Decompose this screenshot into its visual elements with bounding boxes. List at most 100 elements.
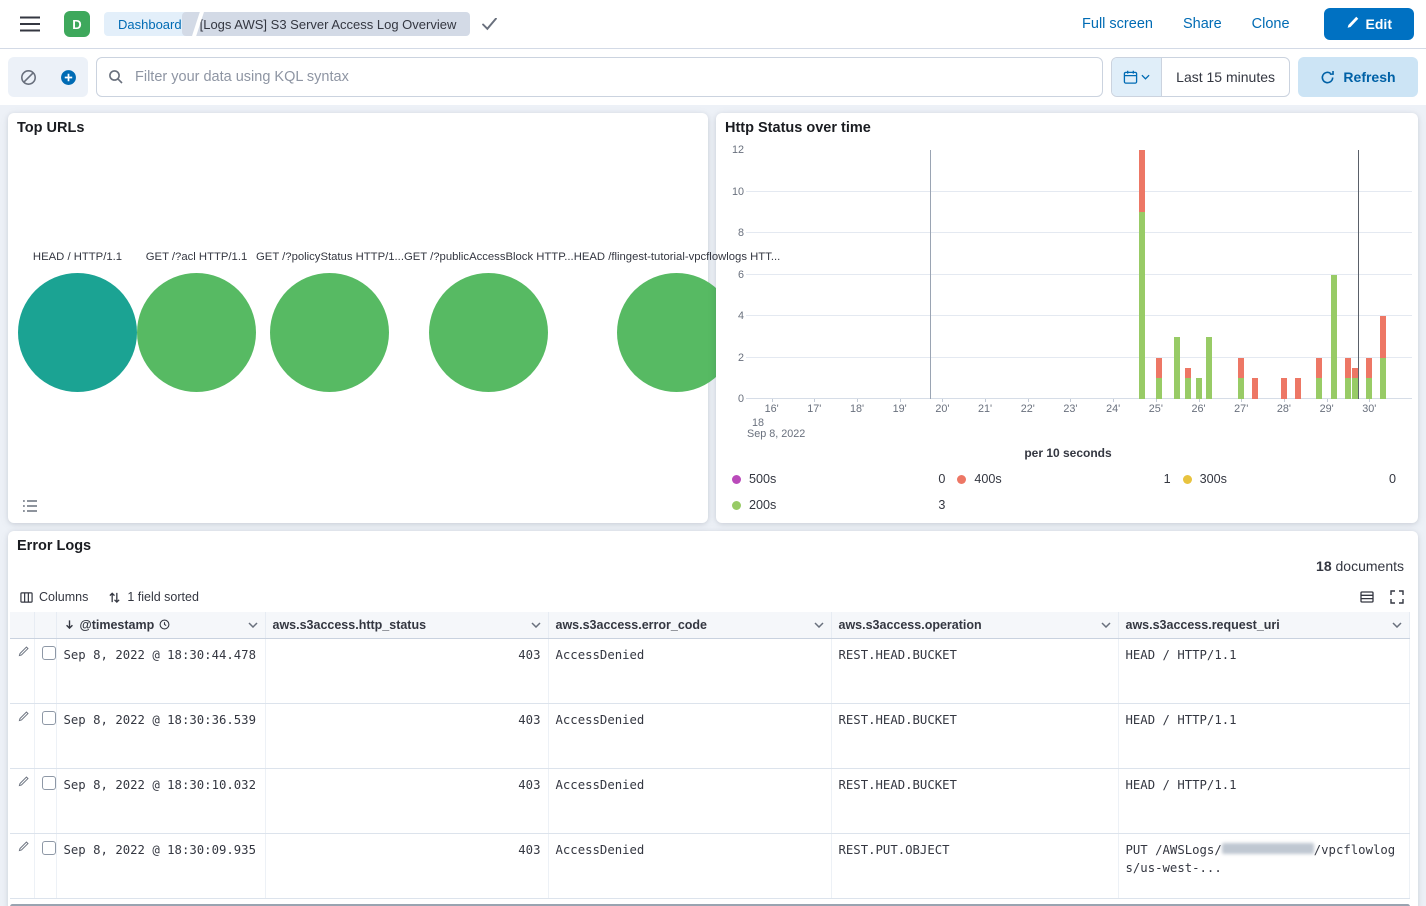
- cell-error-code[interactable]: AccessDenied: [548, 638, 831, 703]
- menu-hamburger-icon[interactable]: [12, 6, 48, 42]
- column-actions-chevron-icon[interactable]: [1101, 622, 1111, 628]
- pie-slice[interactable]: [18, 273, 137, 392]
- cell-request-uri[interactable]: HEAD / HTTP/1.1: [1118, 638, 1410, 703]
- column-header-http-status[interactable]: aws.s3access.http_status: [265, 612, 548, 638]
- plot-area[interactable]: [746, 150, 1412, 399]
- sort-fields-button[interactable]: 1 field sorted: [108, 590, 199, 604]
- column-header-timestamp[interactable]: @timestamp: [56, 612, 265, 638]
- x-tickmark: [1327, 399, 1328, 402]
- cell-error-code[interactable]: AccessDenied: [548, 703, 831, 768]
- column-header-operation[interactable]: aws.s3access.operation: [831, 612, 1118, 638]
- edit-document-icon[interactable]: [17, 841, 29, 853]
- share-button[interactable]: Share: [1183, 16, 1222, 32]
- display-options-icon[interactable]: [1360, 590, 1374, 604]
- y-tick-label: 12: [724, 144, 744, 156]
- fullscreen-grid-icon[interactable]: [1390, 590, 1404, 604]
- calendar-icon-button[interactable]: [1112, 58, 1162, 96]
- columns-button[interactable]: Columns: [20, 590, 88, 604]
- time-marker-line: [1358, 150, 1359, 399]
- column-actions-chevron-icon[interactable]: [531, 622, 541, 628]
- pie-chart-title: GET /?publicAccessBlock HTTP...: [404, 251, 574, 266]
- cell-operation[interactable]: REST.PUT.OBJECT: [831, 833, 1118, 898]
- legend-value: 0: [1389, 472, 1396, 486]
- column-actions-chevron-icon[interactable]: [248, 622, 258, 628]
- header-actions: Full screen Share Clone Edit: [1082, 8, 1414, 40]
- bar-18:25:45[interactable]: [1185, 150, 1191, 399]
- cell-operation[interactable]: REST.HEAD.BUCKET: [831, 703, 1118, 768]
- x-tick-label: 19': [893, 403, 907, 415]
- cell-timestamp[interactable]: Sep 8, 2022 @ 18:30:36.539: [56, 703, 265, 768]
- disable-filters-icon[interactable]: [8, 57, 48, 97]
- http-status-chart: 024681012 16'17'18'19'20'21'22'23'24'25'…: [724, 150, 1412, 523]
- bar-18:29:30[interactable]: [1345, 150, 1351, 399]
- legend-toggle-icon[interactable]: [22, 499, 38, 513]
- pie-charts: HEAD / HTTP/1.1GET /?acl HTTP/1.1GET /?p…: [18, 251, 698, 392]
- pie-chart: GET /?policyStatus HTTP/1...: [256, 251, 404, 392]
- cell-http-status[interactable]: 403: [265, 703, 548, 768]
- bar-18:30:20[interactable]: [1380, 150, 1386, 399]
- bar-18:28:20[interactable]: [1295, 150, 1301, 399]
- cell-request-uri[interactable]: HEAD / HTTP/1.1: [1118, 703, 1410, 768]
- bar-18:27:20[interactable]: [1252, 150, 1258, 399]
- row-checkbox[interactable]: [42, 646, 56, 660]
- column-header-request-uri[interactable]: aws.s3access.request_uri: [1118, 612, 1410, 638]
- y-tick-label: 10: [724, 186, 744, 198]
- bar-18:27:00[interactable]: [1238, 150, 1244, 399]
- column-actions-chevron-icon[interactable]: [1392, 622, 1402, 628]
- x-tick-label: 20': [935, 403, 949, 415]
- cell-request-uri[interactable]: PUT /AWSLogs//vpcflowlogs/us-west-...: [1118, 833, 1410, 898]
- legend-item-500s[interactable]: 500s0: [732, 472, 957, 486]
- cell-timestamp[interactable]: Sep 8, 2022 @ 18:30:44.478: [56, 638, 265, 703]
- cell-control: [10, 638, 34, 703]
- legend-item-400s[interactable]: 400s1: [957, 472, 1182, 486]
- edit-document-icon[interactable]: [17, 711, 29, 723]
- cell-request-uri[interactable]: HEAD / HTTP/1.1: [1118, 768, 1410, 833]
- table-row: Sep 8, 2022 @ 18:30:10.032403AccessDenie…: [10, 768, 1410, 833]
- edit-button[interactable]: Edit: [1324, 8, 1414, 40]
- column-actions-chevron-icon[interactable]: [814, 622, 824, 628]
- x-tickmark: [1284, 399, 1285, 402]
- legend-item-200s[interactable]: 200s3: [732, 498, 957, 512]
- time-range-value[interactable]: Last 15 minutes: [1162, 58, 1289, 96]
- bar-18:26:15[interactable]: [1206, 150, 1212, 399]
- cell-operation[interactable]: REST.HEAD.BUCKET: [831, 638, 1118, 703]
- row-checkbox[interactable]: [42, 841, 56, 855]
- edit-button-label: Edit: [1366, 16, 1392, 32]
- add-filter-icon[interactable]: [48, 57, 88, 97]
- cell-error-code[interactable]: AccessDenied: [548, 768, 831, 833]
- bar-18:25:05[interactable]: [1156, 150, 1162, 399]
- bar-18:26:00[interactable]: [1196, 150, 1202, 399]
- clone-button[interactable]: Clone: [1252, 16, 1290, 32]
- header-bar: D Dashboard [Logs AWS] S3 Server Access …: [0, 0, 1426, 49]
- edit-document-icon[interactable]: [17, 646, 29, 658]
- cell-timestamp[interactable]: Sep 8, 2022 @ 18:30:09.935: [56, 833, 265, 898]
- bar-18:30:00[interactable]: [1366, 150, 1372, 399]
- full-screen-button[interactable]: Full screen: [1082, 16, 1153, 32]
- cell-operation[interactable]: REST.HEAD.BUCKET: [831, 768, 1118, 833]
- space-avatar[interactable]: D: [64, 11, 90, 37]
- refresh-button[interactable]: Refresh: [1298, 57, 1418, 97]
- row-checkbox[interactable]: [42, 711, 56, 725]
- cell-http-status[interactable]: 403: [265, 638, 548, 703]
- bar-18:24:40[interactable]: [1139, 150, 1145, 399]
- column-header-error-code[interactable]: aws.s3access.error_code: [548, 612, 831, 638]
- row-checkbox[interactable]: [42, 776, 56, 790]
- bar-18:25:30[interactable]: [1174, 150, 1180, 399]
- cell-error-code[interactable]: AccessDenied: [548, 833, 831, 898]
- edit-document-icon[interactable]: [17, 776, 29, 788]
- kql-search-input[interactable]: [96, 57, 1103, 97]
- x-tickmark: [857, 399, 858, 402]
- legend-label: 200s: [749, 498, 776, 512]
- legend-item-300s[interactable]: 300s0: [1183, 472, 1408, 486]
- bar-18:29:10[interactable]: [1331, 150, 1337, 399]
- pie-slice[interactable]: [270, 273, 389, 392]
- bar-segment-200s: [1156, 378, 1162, 399]
- bar-18:28:50[interactable]: [1316, 150, 1322, 399]
- pie-slice[interactable]: [137, 273, 256, 392]
- cell-http-status[interactable]: 403: [265, 768, 548, 833]
- pie-slice[interactable]: [429, 273, 548, 392]
- cell-timestamp[interactable]: Sep 8, 2022 @ 18:30:10.032: [56, 768, 265, 833]
- cell-http-status[interactable]: 403: [265, 833, 548, 898]
- columns-icon: [20, 591, 33, 604]
- bar-18:28:00[interactable]: [1281, 150, 1287, 399]
